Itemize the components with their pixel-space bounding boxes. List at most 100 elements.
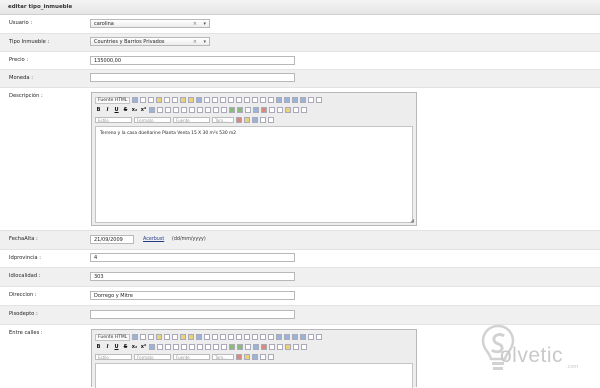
replace-icon[interactable]	[228, 97, 235, 103]
preview-icon[interactable]	[148, 97, 155, 103]
undo-icon[interactable]	[204, 334, 211, 340]
button-field-icon[interactable]	[300, 334, 307, 340]
resize-handle-icon[interactable]: ◢	[410, 218, 414, 224]
link-icon[interactable]	[229, 107, 235, 113]
format-dropdown[interactable]: Formato	[134, 117, 171, 123]
find-icon[interactable]	[220, 97, 227, 103]
copy-icon[interactable]	[172, 97, 179, 103]
underline-button[interactable]: U	[113, 107, 120, 113]
chevron-down-icon[interactable]: ▾	[203, 20, 206, 28]
font-dropdown[interactable]: Fuente	[173, 354, 210, 360]
copy-icon[interactable]	[172, 334, 179, 340]
background-color-icon[interactable]	[244, 354, 250, 360]
paste-text-icon[interactable]	[188, 334, 195, 340]
moneda-input[interactable]	[90, 73, 295, 82]
italic-button[interactable]: I	[104, 107, 111, 113]
select-all-icon[interactable]	[236, 97, 243, 103]
direccion-input[interactable]: Dorrego y Mitre	[90, 291, 295, 300]
select-all-icon[interactable]	[236, 334, 243, 340]
hidden-field-icon[interactable]	[316, 334, 323, 340]
align-left-icon[interactable]	[197, 107, 203, 113]
remove-format-icon[interactable]	[149, 107, 155, 113]
flash-icon[interactable]	[261, 344, 267, 350]
preview-icon[interactable]	[148, 334, 155, 340]
clear-icon[interactable]: ×	[193, 20, 197, 28]
descripcion-content-area[interactable]: Terreno y la casa dúeñarine Planta Venta…	[95, 126, 413, 223]
paste-icon[interactable]	[180, 334, 187, 340]
undo-icon[interactable]	[204, 97, 211, 103]
textarea-icon[interactable]	[284, 97, 291, 103]
styles-dropdown[interactable]: Estilo	[95, 117, 132, 123]
usuario-select[interactable]: carolina × ▾	[90, 19, 210, 28]
bulleted-list-icon[interactable]	[165, 107, 171, 113]
idprovincia-input[interactable]: 4	[90, 253, 295, 262]
redo-icon[interactable]	[212, 97, 219, 103]
templates-icon[interactable]	[156, 334, 163, 340]
templates-icon[interactable]	[156, 97, 163, 103]
unlink-icon[interactable]	[237, 344, 243, 350]
textfield-icon[interactable]	[276, 334, 283, 340]
superscript-button[interactable]: x²	[140, 107, 147, 113]
fecha-alta-input[interactable]: 21/09/2009	[90, 235, 134, 244]
superscript-button[interactable]: x²	[140, 344, 147, 350]
image-button-icon[interactable]	[308, 97, 315, 103]
outdent-icon[interactable]	[173, 107, 179, 113]
format-dropdown[interactable]: Formato	[134, 354, 171, 360]
precio-input[interactable]: 135000,00	[90, 56, 295, 65]
special-char-icon[interactable]	[293, 344, 299, 350]
outdent-icon[interactable]	[173, 344, 179, 350]
form-icon[interactable]	[252, 97, 259, 103]
clear-icon[interactable]: ×	[193, 38, 197, 46]
align-center-icon[interactable]	[205, 107, 211, 113]
subscript-button[interactable]: x₂	[131, 344, 138, 350]
cut-icon[interactable]	[164, 334, 171, 340]
remove-format-icon[interactable]	[149, 344, 155, 350]
entre-calles-content-area[interactable]	[95, 363, 413, 388]
size-dropdown[interactable]: Tam...	[212, 117, 234, 123]
bulleted-list-icon[interactable]	[165, 344, 171, 350]
paste-icon[interactable]	[180, 97, 187, 103]
indent-icon[interactable]	[181, 344, 187, 350]
tipo-inmueble-select[interactable]: Countries y Barrios Privados × ▾	[90, 37, 210, 46]
align-right-icon[interactable]	[213, 344, 219, 350]
button-field-icon[interactable]	[300, 97, 307, 103]
show-blocks-icon[interactable]	[260, 354, 266, 360]
table-icon[interactable]	[269, 344, 275, 350]
checkbox-icon[interactable]	[260, 97, 267, 103]
spellcheck-icon[interactable]	[244, 334, 251, 340]
strike-button[interactable]: S	[122, 107, 129, 113]
bold-button[interactable]: B	[95, 107, 102, 113]
anchor-icon[interactable]	[245, 344, 251, 350]
checkbox-icon[interactable]	[260, 334, 267, 340]
align-center-icon[interactable]	[205, 344, 211, 350]
entre-calles-editor[interactable]: Fuente HTML B I U S x₂ x² Estilo Formato…	[91, 329, 417, 388]
new-page-icon[interactable]	[140, 97, 147, 103]
text-color-icon[interactable]	[236, 117, 242, 123]
page-break-icon[interactable]	[301, 344, 307, 350]
smiley-icon[interactable]	[285, 107, 291, 113]
select-field-icon[interactable]	[292, 97, 299, 103]
background-color-icon[interactable]	[244, 117, 250, 123]
paste-text-icon[interactable]	[188, 97, 195, 103]
subscript-button[interactable]: x₂	[131, 107, 138, 113]
maximize-icon[interactable]	[252, 117, 258, 123]
styles-dropdown[interactable]: Estilo	[95, 354, 132, 360]
save-icon[interactable]	[132, 334, 139, 340]
save-icon[interactable]	[132, 97, 139, 103]
justify-icon[interactable]	[221, 344, 227, 350]
align-left-icon[interactable]	[197, 344, 203, 350]
about-icon[interactable]	[268, 117, 274, 123]
hidden-field-icon[interactable]	[316, 97, 323, 103]
textfield-icon[interactable]	[276, 97, 283, 103]
justify-icon[interactable]	[221, 107, 227, 113]
maximize-icon[interactable]	[252, 354, 258, 360]
unlink-icon[interactable]	[237, 107, 243, 113]
source-button[interactable]: Fuente HTML	[95, 96, 131, 104]
size-dropdown[interactable]: Tam...	[212, 354, 234, 360]
horizontal-rule-icon[interactable]	[277, 344, 283, 350]
anchor-icon[interactable]	[245, 107, 251, 113]
textarea-icon[interactable]	[284, 334, 291, 340]
blockquote-icon[interactable]	[189, 344, 195, 350]
strike-button[interactable]: S	[122, 344, 129, 350]
radio-icon[interactable]	[268, 334, 275, 340]
